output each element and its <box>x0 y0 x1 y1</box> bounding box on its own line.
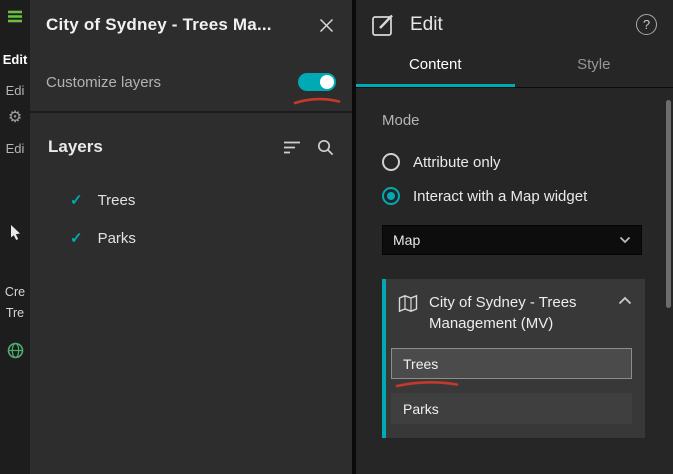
map-source-title: City of Sydney - Trees Management (MV) <box>429 294 577 332</box>
rail-item-create-line2[interactable]: Tre <box>0 306 30 320</box>
layers-heading: Layers <box>48 137 103 156</box>
tab-bar: Content Style <box>356 47 673 88</box>
map-source-section: City of Sydney - Trees Management (MV) T… <box>382 279 645 438</box>
help-icon: ? <box>642 17 651 32</box>
edit-panel-header: Edit ? <box>356 0 673 47</box>
map-source-header[interactable]: City of Sydney - Trees Management (MV) <box>389 292 632 334</box>
check-icon: ✓ <box>70 192 83 209</box>
search-icon <box>317 139 334 155</box>
layers-panel: City of Sydney - Trees Ma... Customize l… <box>30 0 352 474</box>
close-button[interactable] <box>314 13 338 37</box>
customize-layers-row: Customize layers <box>46 73 341 105</box>
scrollbar-thumb[interactable] <box>666 100 671 308</box>
edit-panel-title: Edit <box>410 13 443 35</box>
layers-heading-row: Layers <box>48 137 334 157</box>
edit-settings-panel: Edit ? Content Style Mode Attribute only… <box>352 0 673 474</box>
chevron-down-icon <box>619 236 631 244</box>
layers-panel-header: City of Sydney - Trees Ma... <box>30 0 352 35</box>
dropdown-value: Map <box>393 232 421 248</box>
rail-item-edit[interactable]: Edit <box>0 52 30 67</box>
tab-style[interactable]: Style <box>515 47 673 87</box>
map-widget-dropdown[interactable]: Map <box>382 225 642 255</box>
layer-row-trees[interactable]: ✓ Trees <box>30 181 352 219</box>
customize-layers-label: Customize layers <box>46 73 162 91</box>
source-layer-label: Parks <box>403 400 439 417</box>
radio-label: Interact with a Map widget <box>413 187 588 205</box>
layer-name: Parks <box>97 229 136 247</box>
help-button[interactable]: ? <box>636 14 657 35</box>
check-icon: ✓ <box>70 230 83 247</box>
close-icon <box>319 18 333 32</box>
layer-row-parks[interactable]: ✓ Parks <box>30 219 352 257</box>
left-toolbar: Edit Edi ⚙ Edi Cre Tre <box>0 0 30 474</box>
divider <box>30 111 352 113</box>
collapse-button[interactable] <box>618 296 632 305</box>
search-layers-button[interactable] <box>317 139 334 156</box>
edit-widget-icon <box>372 14 393 36</box>
mode-heading: Mode <box>382 112 420 129</box>
customize-layers-toggle[interactable] <box>293 73 341 105</box>
rail-item-edit-3[interactable]: Edi <box>0 141 30 156</box>
radio-attribute-only[interactable]: Attribute only <box>382 153 643 171</box>
source-layer-parks[interactable]: Parks <box>391 393 632 424</box>
annotation-underline-trees <box>395 381 459 388</box>
layer-list: ✓ Trees ✓ Parks <box>30 181 352 257</box>
tab-content[interactable]: Content <box>356 47 515 87</box>
source-layer-trees[interactable]: Trees <box>391 348 632 388</box>
source-layer-label: Trees <box>403 355 439 372</box>
rail-item-edit-2[interactable]: Edi <box>0 83 30 98</box>
radio-label: Attribute only <box>413 153 501 171</box>
radio-interact-map-widget[interactable]: Interact with a Map widget <box>382 187 643 205</box>
app-window: Edit Edi ⚙ Edi Cre Tre City of Sydney - … <box>0 0 673 474</box>
chevron-up-icon <box>618 296 632 305</box>
globe-icon[interactable] <box>0 342 30 362</box>
radio-icon-unselected <box>382 153 400 171</box>
annotation-underline-toggle <box>293 97 341 105</box>
sort-layers-button[interactable] <box>283 140 301 155</box>
sort-icon <box>284 141 300 153</box>
gear-icon[interactable]: ⚙ <box>0 107 30 127</box>
cursor-icon[interactable] <box>0 224 30 244</box>
edit-panel-body: Mode Attribute only Interact with a Map … <box>356 88 673 438</box>
rail-item-create-line1[interactable]: Cre <box>0 285 30 299</box>
radio-icon-selected <box>382 187 400 205</box>
toggle-knob <box>320 75 334 89</box>
layer-name: Trees <box>97 191 136 209</box>
panel-title: City of Sydney - Trees Ma... <box>46 15 272 34</box>
green-list-icon[interactable] <box>0 9 30 27</box>
map-icon <box>398 294 418 313</box>
